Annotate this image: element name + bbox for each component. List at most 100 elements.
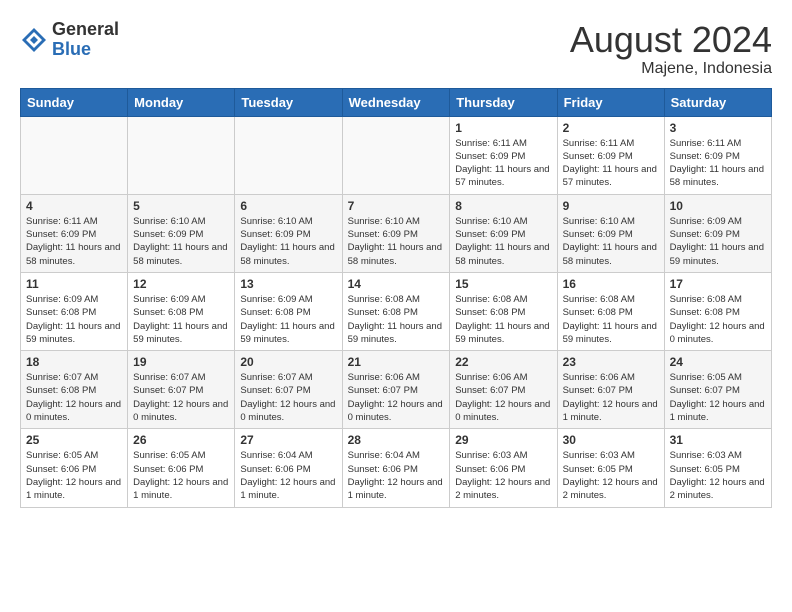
day-info: Sunrise: 6:10 AM Sunset: 6:09 PM Dayligh… xyxy=(348,215,445,268)
logo-blue-text: Blue xyxy=(52,40,119,60)
day-number: 2 xyxy=(563,121,659,135)
day-number: 31 xyxy=(670,433,766,447)
month-title: August 2024 xyxy=(570,20,772,60)
logo-text: General Blue xyxy=(52,20,119,60)
calendar-cell: 26 Sunrise: 6:05 AM Sunset: 6:06 PM Dayli… xyxy=(128,429,235,507)
calendar-header-row: SundayMondayTuesdayWednesdayThursdayFrid… xyxy=(21,88,772,116)
calendar-cell: 13 Sunrise: 6:09 AM Sunset: 6:08 PM Dayli… xyxy=(235,272,342,350)
day-info: Sunrise: 6:09 AM Sunset: 6:08 PM Dayligh… xyxy=(240,293,336,346)
day-info: Sunrise: 6:05 AM Sunset: 6:06 PM Dayligh… xyxy=(26,449,122,502)
day-info: Sunrise: 6:10 AM Sunset: 6:09 PM Dayligh… xyxy=(133,215,229,268)
calendar-cell: 25 Sunrise: 6:05 AM Sunset: 6:06 PM Dayli… xyxy=(21,429,128,507)
day-info: Sunrise: 6:09 AM Sunset: 6:08 PM Dayligh… xyxy=(26,293,122,346)
day-info: Sunrise: 6:07 AM Sunset: 6:07 PM Dayligh… xyxy=(133,371,229,424)
day-number: 11 xyxy=(26,277,122,291)
day-number: 22 xyxy=(455,355,551,369)
calendar-cell: 17 Sunrise: 6:08 AM Sunset: 6:08 PM Dayli… xyxy=(664,272,771,350)
calendar-cell: 10 Sunrise: 6:09 AM Sunset: 6:09 PM Dayli… xyxy=(664,194,771,272)
day-info: Sunrise: 6:11 AM Sunset: 6:09 PM Dayligh… xyxy=(563,137,659,190)
calendar-cell xyxy=(128,116,235,194)
calendar-cell: 8Sunrise: 6:10 AM Sunset: 6:09 PM Daylig… xyxy=(450,194,557,272)
calendar-cell: 18 Sunrise: 6:07 AM Sunset: 6:08 PM Dayli… xyxy=(21,351,128,429)
day-info: Sunrise: 6:10 AM Sunset: 6:09 PM Dayligh… xyxy=(240,215,336,268)
day-number: 4 xyxy=(26,199,122,213)
calendar-cell: 11 Sunrise: 6:09 AM Sunset: 6:08 PM Dayli… xyxy=(21,272,128,350)
day-number: 15 xyxy=(455,277,551,291)
calendar-cell: 9 Sunrise: 6:10 AM Sunset: 6:09 PM Daylig… xyxy=(557,194,664,272)
day-info: Sunrise: 6:11 AM Sunset: 6:09 PM Dayligh… xyxy=(26,215,122,268)
calendar-cell: 30Sunrise: 6:03 AM Sunset: 6:05 PM Dayli… xyxy=(557,429,664,507)
day-info: Sunrise: 6:11 AM Sunset: 6:09 PM Dayligh… xyxy=(670,137,766,190)
calendar-cell: 15 Sunrise: 6:08 AM Sunset: 6:08 PM Dayli… xyxy=(450,272,557,350)
day-number: 19 xyxy=(133,355,229,369)
calendar-day-header: Friday xyxy=(557,88,664,116)
calendar-day-header: Thursday xyxy=(450,88,557,116)
calendar-cell: 29 Sunrise: 6:03 AM Sunset: 6:06 PM Dayli… xyxy=(450,429,557,507)
day-number: 21 xyxy=(348,355,445,369)
day-info: Sunrise: 6:06 AM Sunset: 6:07 PM Dayligh… xyxy=(455,371,551,424)
day-info: Sunrise: 6:05 AM Sunset: 6:06 PM Dayligh… xyxy=(133,449,229,502)
day-number: 16 xyxy=(563,277,659,291)
day-number: 17 xyxy=(670,277,766,291)
calendar-cell: 24Sunrise: 6:05 AM Sunset: 6:07 PM Dayli… xyxy=(664,351,771,429)
calendar-cell xyxy=(342,116,450,194)
calendar-cell: 22 Sunrise: 6:06 AM Sunset: 6:07 PM Dayli… xyxy=(450,351,557,429)
calendar-day-header: Saturday xyxy=(664,88,771,116)
day-info: Sunrise: 6:06 AM Sunset: 6:07 PM Dayligh… xyxy=(563,371,659,424)
calendar-cell: 12 Sunrise: 6:09 AM Sunset: 6:08 PM Dayli… xyxy=(128,272,235,350)
calendar-cell: 27 Sunrise: 6:04 AM Sunset: 6:06 PM Dayli… xyxy=(235,429,342,507)
calendar-day-header: Monday xyxy=(128,88,235,116)
calendar-cell: 19 Sunrise: 6:07 AM Sunset: 6:07 PM Dayli… xyxy=(128,351,235,429)
day-number: 3 xyxy=(670,121,766,135)
calendar-day-header: Tuesday xyxy=(235,88,342,116)
day-info: Sunrise: 6:09 AM Sunset: 6:08 PM Dayligh… xyxy=(133,293,229,346)
calendar-cell xyxy=(21,116,128,194)
calendar-cell: 28Sunrise: 6:04 AM Sunset: 6:06 PM Dayli… xyxy=(342,429,450,507)
day-number: 27 xyxy=(240,433,336,447)
calendar-cell: 6 Sunrise: 6:10 AM Sunset: 6:09 PM Daylig… xyxy=(235,194,342,272)
day-number: 29 xyxy=(455,433,551,447)
calendar-cell: 20Sunrise: 6:07 AM Sunset: 6:07 PM Dayli… xyxy=(235,351,342,429)
calendar-cell xyxy=(235,116,342,194)
day-number: 18 xyxy=(26,355,122,369)
day-info: Sunrise: 6:08 AM Sunset: 6:08 PM Dayligh… xyxy=(455,293,551,346)
day-info: Sunrise: 6:08 AM Sunset: 6:08 PM Dayligh… xyxy=(563,293,659,346)
logo-general-text: General xyxy=(52,20,119,40)
calendar-week-row: 18 Sunrise: 6:07 AM Sunset: 6:08 PM Dayli… xyxy=(21,351,772,429)
calendar-week-row: 25 Sunrise: 6:05 AM Sunset: 6:06 PM Dayli… xyxy=(21,429,772,507)
day-info: Sunrise: 6:04 AM Sunset: 6:06 PM Dayligh… xyxy=(240,449,336,502)
day-number: 10 xyxy=(670,199,766,213)
calendar-cell: 21 Sunrise: 6:06 AM Sunset: 6:07 PM Dayli… xyxy=(342,351,450,429)
day-number: 30 xyxy=(563,433,659,447)
calendar-week-row: 11 Sunrise: 6:09 AM Sunset: 6:08 PM Dayli… xyxy=(21,272,772,350)
calendar-cell: 3 Sunrise: 6:11 AM Sunset: 6:09 PM Daylig… xyxy=(664,116,771,194)
day-info: Sunrise: 6:10 AM Sunset: 6:09 PM Dayligh… xyxy=(563,215,659,268)
day-info: Sunrise: 6:06 AM Sunset: 6:07 PM Dayligh… xyxy=(348,371,445,424)
day-info: Sunrise: 6:08 AM Sunset: 6:08 PM Dayligh… xyxy=(348,293,445,346)
day-number: 26 xyxy=(133,433,229,447)
calendar-cell: 14Sunrise: 6:08 AM Sunset: 6:08 PM Dayli… xyxy=(342,272,450,350)
calendar-cell: 31Sunrise: 6:03 AM Sunset: 6:05 PM Dayli… xyxy=(664,429,771,507)
day-number: 25 xyxy=(26,433,122,447)
day-number: 6 xyxy=(240,199,336,213)
day-number: 12 xyxy=(133,277,229,291)
day-number: 1 xyxy=(455,121,551,135)
logo-icon xyxy=(20,26,48,54)
calendar-cell: 23Sunrise: 6:06 AM Sunset: 6:07 PM Dayli… xyxy=(557,351,664,429)
day-number: 9 xyxy=(563,199,659,213)
day-number: 8 xyxy=(455,199,551,213)
day-number: 13 xyxy=(240,277,336,291)
day-info: Sunrise: 6:08 AM Sunset: 6:08 PM Dayligh… xyxy=(670,293,766,346)
day-info: Sunrise: 6:03 AM Sunset: 6:06 PM Dayligh… xyxy=(455,449,551,502)
calendar-cell: 2 Sunrise: 6:11 AM Sunset: 6:09 PM Daylig… xyxy=(557,116,664,194)
calendar-cell: 16 Sunrise: 6:08 AM Sunset: 6:08 PM Dayli… xyxy=(557,272,664,350)
day-info: Sunrise: 6:07 AM Sunset: 6:08 PM Dayligh… xyxy=(26,371,122,424)
calendar-cell: 4 Sunrise: 6:11 AM Sunset: 6:09 PM Daylig… xyxy=(21,194,128,272)
title-block: August 2024 Majene, Indonesia xyxy=(570,20,772,78)
calendar-week-row: 4 Sunrise: 6:11 AM Sunset: 6:09 PM Daylig… xyxy=(21,194,772,272)
location: Majene, Indonesia xyxy=(570,60,772,78)
day-number: 28 xyxy=(348,433,445,447)
logo: General Blue xyxy=(20,20,119,60)
day-info: Sunrise: 6:09 AM Sunset: 6:09 PM Dayligh… xyxy=(670,215,766,268)
calendar-cell: 5Sunrise: 6:10 AM Sunset: 6:09 PM Daylig… xyxy=(128,194,235,272)
